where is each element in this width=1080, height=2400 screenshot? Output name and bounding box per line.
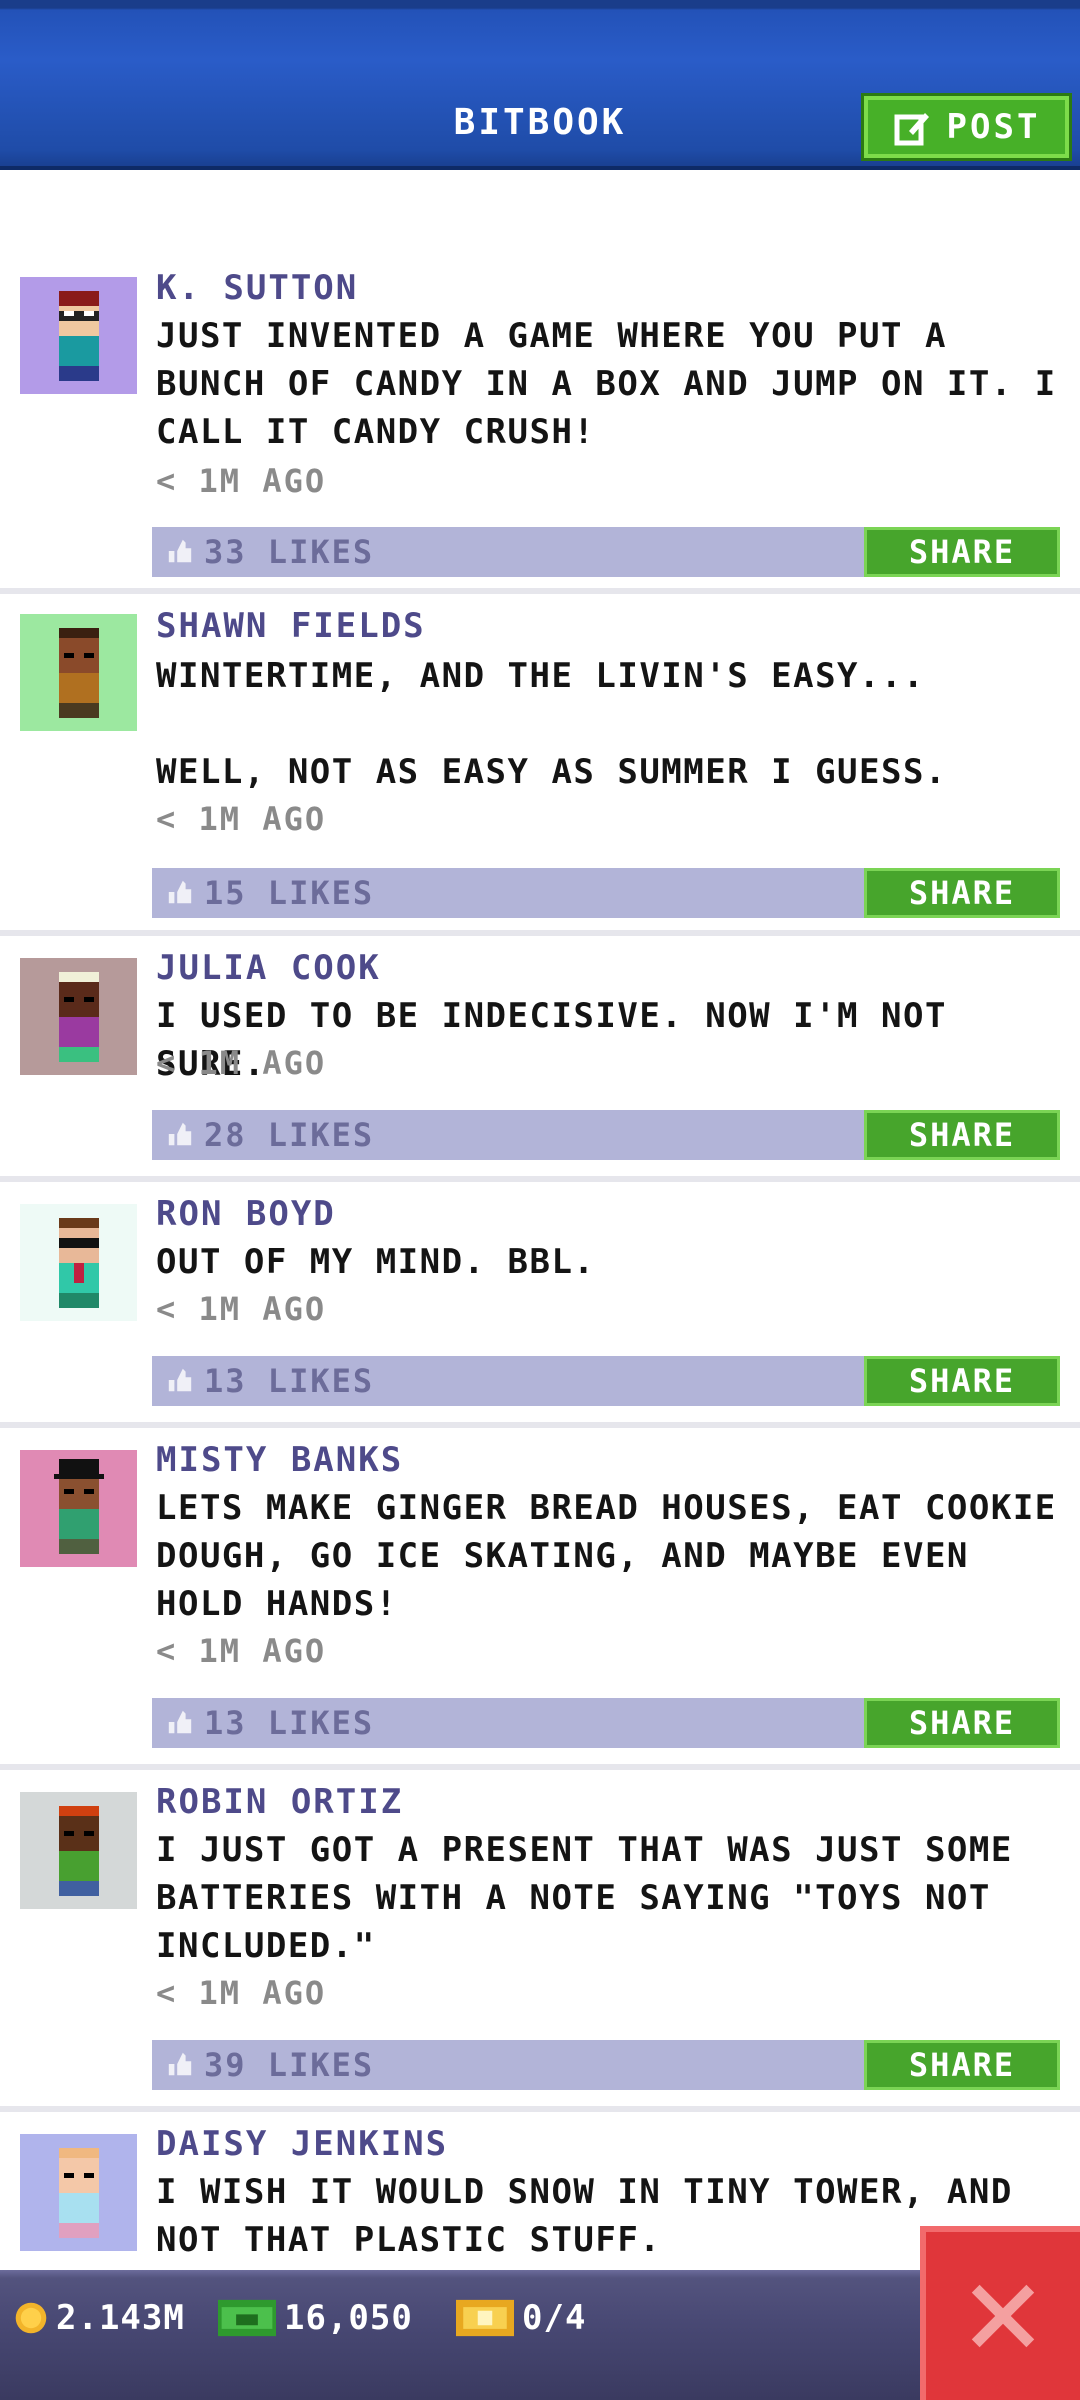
app-header: BITBOOK POST (0, 0, 1080, 170)
tickets-value: 0/4 (522, 2298, 587, 2338)
ticket-icon (456, 2299, 514, 2337)
avatar[interactable] (20, 1204, 137, 1321)
likes-bar: 13 LIKES SHARE (152, 1356, 1060, 1406)
avatar[interactable] (20, 277, 137, 394)
avatar[interactable] (20, 2134, 137, 2251)
coin-icon (15, 2302, 47, 2334)
feed-post: K. SUTTON JUST INVENTED A GAME WHERE YOU… (0, 172, 1080, 594)
post-time: < 1M AGO (156, 1632, 327, 1670)
character-avatar-icon (58, 627, 99, 718)
post-author[interactable]: DAISY JENKINS (156, 2124, 448, 2164)
post-time: < 1M AGO (156, 1974, 327, 2012)
share-button[interactable]: SHARE (864, 527, 1060, 577)
feed-post: MISTY BANKS LETS MAKE GINGER BREAD HOUSE… (0, 1428, 1080, 1770)
character-avatar-icon (58, 971, 99, 1062)
tickets-stat: 0/4 (456, 2298, 586, 2338)
post-author[interactable]: MISTY BANKS (156, 1440, 403, 1480)
character-avatar-icon (58, 1217, 99, 1308)
bux-icon (218, 2299, 276, 2337)
post-text: OUT OF MY MIND. BBL. (156, 1242, 596, 1282)
like-icon[interactable] (166, 1708, 194, 1736)
compose-icon (894, 113, 929, 146)
post-author[interactable]: RON BOYD (156, 1194, 336, 1234)
likes-count: 13 LIKES (204, 1704, 375, 1742)
post-button[interactable]: POST (861, 93, 1072, 161)
close-button[interactable] (920, 2226, 1080, 2400)
character-avatar-icon (58, 290, 99, 381)
close-icon (971, 2284, 1035, 2348)
post-button-label: POST (946, 107, 1041, 147)
feed-post: RON BOYD OUT OF MY MIND. BBL. < 1M AGO 1… (0, 1182, 1080, 1428)
feed-post: JULIA COOK I USED TO BE INDECISIVE. NOW … (0, 936, 1080, 1182)
feed-post: SHAWN FIELDS WINTERTIME, AND THE LIVIN'S… (0, 594, 1080, 936)
post-text: LETS MAKE GINGER BREAD HOUSES, EAT COOKI… (156, 1488, 1079, 1624)
resource-bar: 2.143M 16,050 0/4 (0, 2270, 1080, 2400)
likes-bar: 39 LIKES SHARE (152, 2040, 1060, 2090)
likes-count: 15 LIKES (204, 874, 375, 912)
coins-value: 2.143M (56, 2298, 185, 2338)
bux-value: 16,050 (284, 2298, 413, 2338)
feed-post: DAISY JENKINS I WISH IT WOULD SNOW IN TI… (0, 2112, 1080, 2270)
likes-bar: 28 LIKES SHARE (152, 1110, 1060, 1160)
likes-bar: 33 LIKES SHARE (152, 527, 1060, 577)
share-button[interactable]: SHARE (864, 2040, 1060, 2090)
post-author[interactable]: ROBIN ORTIZ (156, 1782, 403, 1822)
post-author[interactable]: SHAWN FIELDS (156, 606, 426, 646)
coins-stat: 2.143M (14, 2298, 185, 2338)
post-time: < 1M AGO (156, 1290, 327, 1328)
post-text: WINTERTIME, AND THE LIVIN'S EASY... WELL… (156, 656, 947, 792)
like-icon[interactable] (166, 878, 194, 906)
avatar[interactable] (20, 1792, 137, 1909)
likes-count: 39 LIKES (204, 2046, 375, 2084)
character-avatar-icon (58, 1805, 99, 1896)
like-icon[interactable] (166, 1120, 194, 1148)
share-button[interactable]: SHARE (864, 1110, 1060, 1160)
share-button[interactable]: SHARE (864, 1356, 1060, 1406)
post-time: < 1M AGO (156, 1044, 327, 1082)
share-button[interactable]: SHARE (864, 868, 1060, 918)
post-time: < 1M AGO (156, 800, 327, 838)
bux-stat: 16,050 (218, 2298, 413, 2338)
character-avatar-icon (58, 2147, 99, 2238)
like-icon[interactable] (166, 2050, 194, 2078)
likes-count: 13 LIKES (204, 1362, 375, 1400)
likes-count: 33 LIKES (204, 533, 375, 571)
feed-post: ROBIN ORTIZ I JUST GOT A PRESENT THAT WA… (0, 1770, 1080, 2112)
post-author[interactable]: JULIA COOK (156, 948, 381, 988)
post-time: < 1M AGO (156, 462, 327, 500)
avatar[interactable] (20, 1450, 137, 1567)
like-icon[interactable] (166, 1366, 194, 1394)
likes-bar: 15 LIKES SHARE (152, 868, 1060, 918)
avatar[interactable] (20, 614, 137, 731)
character-avatar-icon (53, 1458, 104, 1554)
post-text: I JUST GOT A PRESENT THAT WAS JUST SOME … (156, 1830, 1035, 1966)
share-button[interactable]: SHARE (864, 1698, 1060, 1748)
post-text: JUST INVENTED A GAME WHERE YOU PUT A BUN… (156, 316, 1079, 452)
feed-list[interactable]: K. SUTTON JUST INVENTED A GAME WHERE YOU… (0, 172, 1080, 2270)
avatar[interactable] (20, 958, 137, 1075)
likes-count: 28 LIKES (204, 1116, 375, 1154)
post-author[interactable]: K. SUTTON (156, 268, 358, 308)
likes-bar: 13 LIKES SHARE (152, 1698, 1060, 1748)
like-icon[interactable] (166, 537, 194, 565)
